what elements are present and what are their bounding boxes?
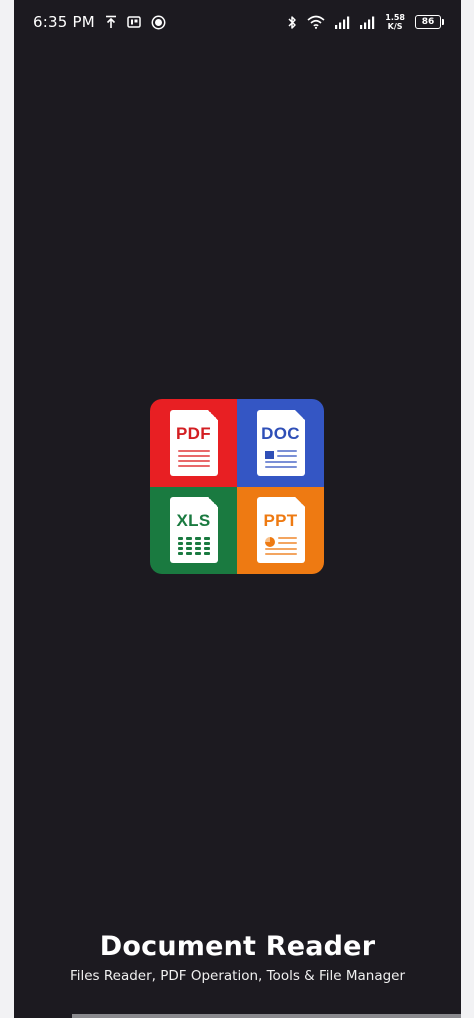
wifi-icon (307, 15, 325, 29)
status-right: 1.58 K/S 86 (287, 13, 444, 31)
splash-screen: 6:35 PM 1.58 K/S 86 PDF DOC XLS PPT Docu… (14, 0, 461, 1018)
app-title: Document Reader (99, 931, 376, 962)
circle-s-icon (151, 15, 166, 30)
network-speed-unit: K/S (387, 22, 403, 31)
logo-tile-pdf: PDF (150, 399, 237, 487)
logo-tile-doc: DOC (237, 399, 324, 487)
status-left: 6:35 PM (33, 13, 166, 31)
upload-arrow-icon (105, 15, 117, 29)
text-lines (264, 548, 297, 558)
signal-icon (335, 16, 350, 29)
xls-file-icon: XLS (169, 497, 218, 564)
logo-tile-ppt: PPT (237, 486, 324, 574)
ppt-label: PPT (263, 511, 298, 531)
xls-label: XLS (176, 511, 211, 531)
battery-icon: 86 (415, 15, 444, 29)
doc-file-icon: DOC (256, 409, 305, 476)
logo-tile-xls: XLS (150, 486, 237, 574)
text-lines (177, 449, 210, 470)
spreadsheet-grid-icon (177, 537, 210, 556)
status-time: 6:35 PM (33, 13, 95, 31)
pdf-file-icon: PDF (169, 409, 218, 476)
doc-label: DOC (261, 423, 300, 443)
pdf-label: PDF (176, 423, 211, 443)
app-subtitle: Files Reader, PDF Operation, Tools & Fil… (69, 968, 406, 984)
network-speed: 1.58 K/S (385, 13, 405, 31)
status-bar: 6:35 PM 1.58 K/S 86 (14, 0, 461, 44)
text-lines (277, 537, 297, 547)
image-icon (264, 450, 274, 459)
pie-chart-icon (264, 537, 275, 548)
app-logo: PDF DOC XLS PPT (150, 399, 324, 574)
battery-level: 86 (421, 17, 435, 27)
signal-icon (360, 16, 375, 29)
network-speed-value: 1.58 (385, 13, 405, 22)
home-indicator (72, 1014, 461, 1018)
bluetooth-icon (287, 15, 297, 30)
text-lines (264, 460, 297, 471)
parking-app-icon (127, 15, 141, 29)
ppt-file-icon: PPT (256, 497, 305, 564)
text-lines (276, 449, 297, 460)
